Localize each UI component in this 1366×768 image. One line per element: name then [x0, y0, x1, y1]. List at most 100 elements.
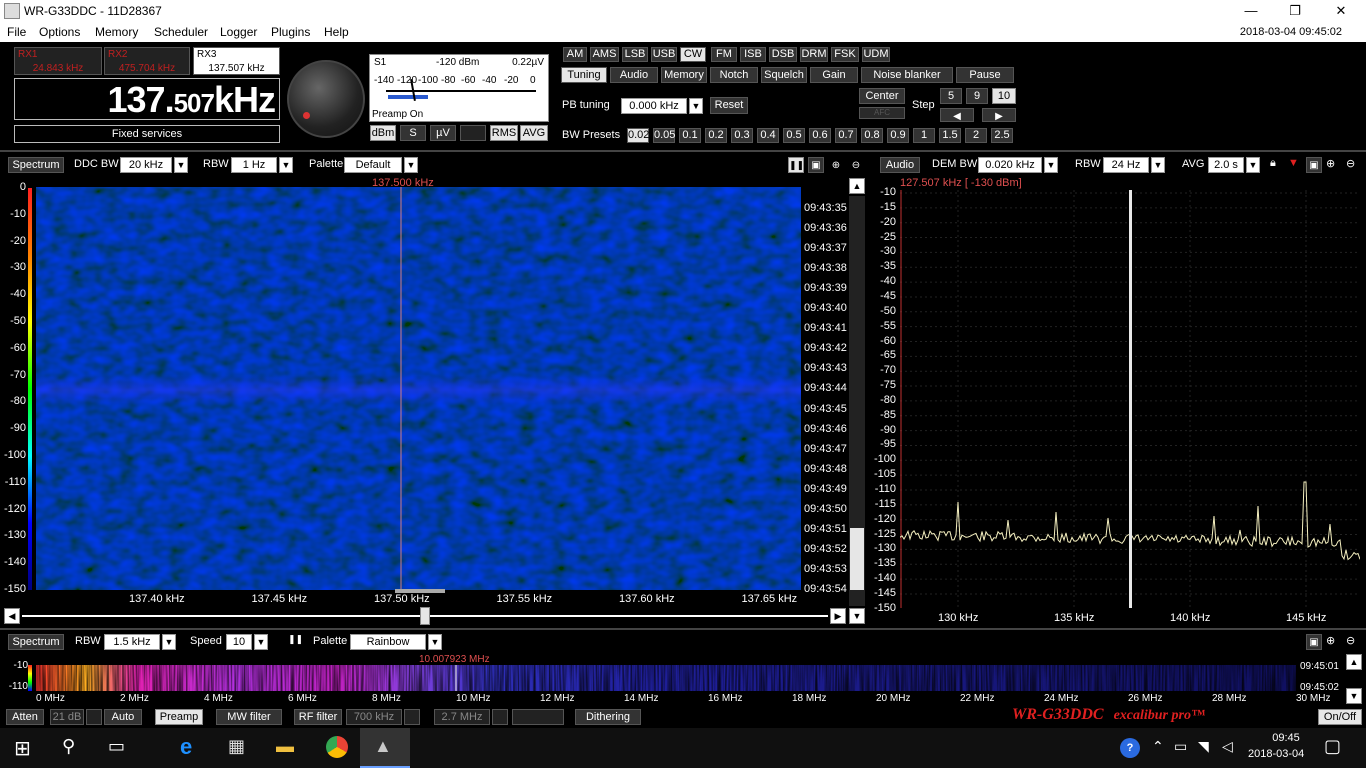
speed-dropdown[interactable]: ▼	[254, 634, 268, 650]
avg-select[interactable]: 2.0 s	[1208, 157, 1244, 173]
preset-0.1[interactable]: 0.1	[679, 128, 701, 143]
meter-blank-button[interactable]	[460, 125, 486, 141]
minimize-button[interactable]: —	[1228, 0, 1274, 22]
step-5-button[interactable]: 5	[940, 88, 962, 104]
rbw-dropdown[interactable]: ▼	[279, 157, 293, 173]
preset-2[interactable]: 2	[965, 128, 987, 143]
battery-icon[interactable]: ▭	[1174, 738, 1187, 755]
rf-filter-value[interactable]: 700 kHz	[346, 709, 402, 725]
wide-waterfall[interactable]	[36, 665, 1296, 691]
atten-value[interactable]: 21 dB	[50, 709, 84, 725]
mode-fm[interactable]: FM	[711, 47, 737, 62]
save-icon[interactable]: ▣	[808, 157, 824, 173]
rf-filter-button[interactable]: RF filter	[294, 709, 342, 725]
preset-0.2[interactable]: 0.2	[705, 128, 727, 143]
horizontal-scroll-thumb[interactable]	[420, 607, 430, 625]
show-hidden-icon[interactable]: ⌃	[1152, 738, 1164, 755]
audio-button[interactable]: Audio	[880, 157, 920, 173]
scroll-down-icon[interactable]: ▼	[849, 608, 865, 624]
audio-zoom-out-icon[interactable]: ⊖	[1346, 157, 1355, 170]
preset-0.9[interactable]: 0.9	[887, 128, 909, 143]
mode-fsk[interactable]: FSK	[831, 47, 859, 62]
mw-filter-button[interactable]: MW filter	[216, 709, 282, 725]
mode-cw[interactable]: CW	[680, 47, 706, 62]
rx2-tab[interactable]: RX2 475.704 kHz	[104, 47, 190, 75]
rf-filter-value-2[interactable]: 2.7 MHz	[434, 709, 490, 725]
audio-spectrum[interactable]	[899, 190, 1361, 610]
palette-dropdown[interactable]: ▼	[404, 157, 418, 173]
dem-bw-dropdown[interactable]: ▼	[1044, 157, 1058, 173]
audio-rbw-dropdown[interactable]: ▼	[1151, 157, 1165, 173]
wide-zoom-out-icon[interactable]: ⊖	[1346, 634, 1355, 647]
menu-file[interactable]: File	[7, 25, 26, 39]
preset-0.5[interactable]: 0.5	[783, 128, 805, 143]
help-icon[interactable]: ?	[1120, 738, 1140, 758]
dithering-button[interactable]: Dithering	[575, 709, 641, 725]
mode-udm[interactable]: UDM	[862, 47, 890, 62]
rx1-tab[interactable]: RX1 24.843 kHz	[14, 47, 102, 75]
preset-2.5[interactable]: 2.5	[991, 128, 1013, 143]
on-off-button[interactable]: On/Off	[1318, 709, 1362, 725]
preset-0.8[interactable]: 0.8	[861, 128, 883, 143]
menu-logger[interactable]: Logger	[220, 25, 257, 39]
audio-zoom-in-icon[interactable]: ⊕	[1326, 157, 1335, 170]
speed-select[interactable]: 10	[226, 634, 252, 650]
scroll-up-icon[interactable]: ▲	[849, 178, 865, 194]
step-9-button[interactable]: 9	[966, 88, 988, 104]
meter-avg-button[interactable]: AVG	[520, 125, 548, 141]
preamp-button[interactable]: Preamp	[155, 709, 203, 725]
preset-1[interactable]: 1	[913, 128, 935, 143]
blank-button[interactable]	[512, 709, 564, 725]
frequency-display[interactable]: 137.507kHz	[14, 78, 280, 120]
audio-tuning-line[interactable]	[1129, 190, 1132, 608]
mode-ams[interactable]: AMS	[590, 47, 619, 62]
menu-memory[interactable]: Memory	[95, 25, 138, 39]
windows-start-icon[interactable]: ⊞	[14, 736, 31, 761]
spectrum-button[interactable]: Spectrum	[8, 157, 64, 173]
marker-triangle-icon[interactable]: ▼	[1288, 157, 1299, 169]
rx3-tab[interactable]: RX3 137.507 kHz	[193, 47, 280, 75]
mode-isb[interactable]: ISB	[740, 47, 766, 62]
menu-scheduler[interactable]: Scheduler	[154, 25, 208, 39]
meter-rms-button[interactable]: RMS	[490, 125, 518, 141]
auto-button[interactable]: Auto	[104, 709, 142, 725]
wide-scroll-down-icon[interactable]: ▼	[1346, 688, 1362, 704]
afc-button[interactable]: AFC	[859, 107, 905, 119]
search-icon[interactable]: ⚲	[62, 736, 75, 757]
preset-0.02[interactable]: 0.02	[627, 128, 649, 143]
step-right-icon[interactable]: ▶	[982, 108, 1016, 122]
rf-filter-dropdown[interactable]	[404, 709, 420, 725]
lock-icon[interactable]: 🔒︎	[1270, 157, 1276, 170]
network-icon[interactable]: ◥	[1198, 738, 1209, 755]
tab-squelch[interactable]: Squelch	[761, 67, 807, 83]
preset-0.3[interactable]: 0.3	[731, 128, 753, 143]
dem-bw-select[interactable]: 0.020 kHz	[978, 157, 1042, 173]
tab-tuning[interactable]: Tuning	[561, 67, 607, 83]
preset-0.7[interactable]: 0.7	[835, 128, 857, 143]
preset-0.4[interactable]: 0.4	[757, 128, 779, 143]
mode-drm[interactable]: DRM	[800, 47, 828, 62]
wide-palette-select[interactable]: Rainbow	[350, 634, 426, 650]
tuning-knob[interactable]	[287, 60, 365, 138]
menu-plugins[interactable]: Plugins	[271, 25, 310, 39]
audio-save-icon[interactable]: ▣	[1306, 157, 1322, 173]
preset-0.6[interactable]: 0.6	[809, 128, 831, 143]
wide-palette-dropdown[interactable]: ▼	[428, 634, 442, 650]
chrome-icon[interactable]	[326, 736, 348, 758]
ddc-bw-dropdown[interactable]: ▼	[174, 157, 188, 173]
preset-1.5[interactable]: 1.5	[939, 128, 961, 143]
meter-dbm-button[interactable]: dBm	[370, 125, 396, 141]
close-button[interactable]: ✕	[1318, 0, 1364, 22]
edge-icon[interactable]: e	[180, 734, 192, 760]
volume-icon[interactable]: ◁	[1222, 738, 1233, 755]
reset-button[interactable]: Reset	[710, 97, 748, 114]
rf-filter-dropdown-2[interactable]	[492, 709, 508, 725]
zoom-out-icon[interactable]: ⊖	[848, 157, 864, 173]
tab-noise-blanker[interactable]: Noise blanker	[861, 67, 953, 83]
step-left-icon[interactable]: ◀	[940, 108, 974, 122]
preset-0.05[interactable]: 0.05	[653, 128, 675, 143]
tab-pause[interactable]: Pause	[956, 67, 1014, 83]
file-explorer-icon[interactable]: ▬	[276, 736, 294, 757]
rbw-select[interactable]: 1 Hz	[231, 157, 277, 173]
mode-dsb[interactable]: DSB	[769, 47, 797, 62]
